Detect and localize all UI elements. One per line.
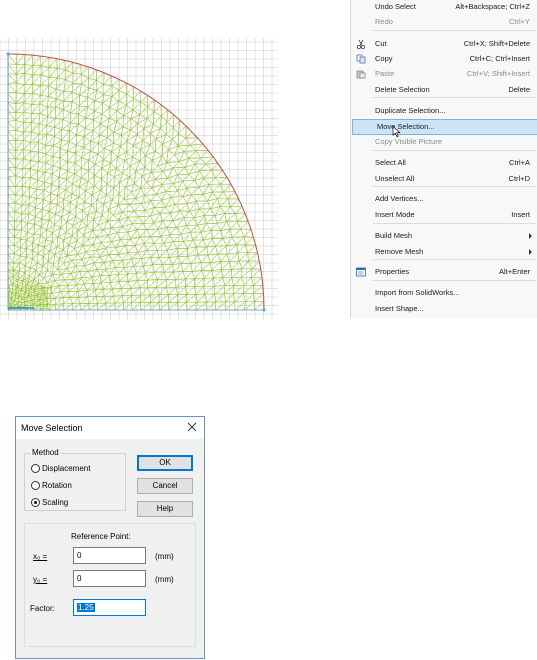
menu-item-label: Copy Visible Picture [375, 137, 442, 146]
menu-item-shortcut: Ctrl+D [508, 174, 530, 183]
menu-item-label: Remove Mesh [375, 247, 424, 256]
radio-label: Rotation [42, 480, 72, 490]
menu-item-redo[interactable]: Redo Ctrl+Y [351, 15, 537, 29]
menu-item-add-vertices[interactable]: Add Vertices... [351, 192, 537, 206]
scissors-icon [357, 39, 365, 49]
factor-value-selected: 1.25 [77, 603, 95, 612]
menu-item-unselect-all[interactable]: Unselect All Ctrl+D [351, 172, 537, 186]
menu-item-shortcut: Ctrl+X; Shift+Delete [463, 39, 530, 48]
menu-separator [373, 259, 536, 260]
method-group-title: Method [30, 448, 61, 457]
menu-item-shortcut: Ctrl+C; Ctrl+Insert [469, 54, 530, 63]
cancel-button[interactable]: Cancel [137, 478, 193, 494]
radio-scaling[interactable]: Scaling [31, 496, 68, 508]
help-button[interactable]: Help [137, 501, 193, 517]
menu-item-remove-mesh[interactable]: Remove Mesh [351, 245, 537, 259]
menu-item-label: Add Vertices... [375, 194, 424, 203]
menu-item-label: Unselect All [375, 174, 415, 183]
x0-input[interactable]: 0 [73, 547, 146, 564]
menu-separator [373, 280, 536, 281]
menu-item-shortcut: Ctrl+Y [508, 17, 530, 26]
menu-item-undo-select[interactable]: Undo Select Alt+Backspace; Ctrl+Z [351, 0, 537, 14]
x0-unit: (mm) [155, 552, 174, 561]
menu-item-label: Delete Selection [375, 85, 430, 94]
menu-separator [373, 150, 536, 151]
radio-button[interactable] [31, 463, 40, 473]
menu-item-label: Insert Shape... [375, 304, 424, 313]
menu-item-properties[interactable]: Properties Alt+Enter [351, 265, 537, 279]
dialog-title: Move Selection [21, 423, 83, 433]
menu-item-delete-selection[interactable]: Delete Selection Delete [351, 83, 537, 97]
menu-item-label: Move Selection... [377, 122, 435, 131]
radio-label: Displacement [42, 463, 91, 473]
menu-item-insert-shape[interactable]: Insert Shape... [351, 302, 537, 316]
radio-displacement[interactable]: Displacement [31, 462, 90, 474]
reference-point-label: Reference Point: [71, 532, 131, 541]
submenu-arrow-icon [529, 233, 532, 239]
menu-separator [373, 30, 536, 31]
factor-input[interactable]: 1.25 [73, 599, 146, 616]
vertex-right [262, 308, 266, 312]
menu-item-shortcut: Delete [508, 85, 530, 94]
menu-item-label: Copy [375, 54, 393, 63]
menu-separator [373, 223, 536, 224]
menu-item-select-all[interactable]: Select All Ctrl+A [351, 156, 537, 170]
menu-item-label: Select All [375, 158, 406, 167]
menu-item-label: Redo [375, 17, 393, 26]
mesh-canvas[interactable] [0, 38, 278, 320]
menu-item-shortcut: Alt+Enter [498, 267, 530, 276]
menu-item-shortcut: Ctrl+A [508, 158, 530, 167]
close-icon[interactable] [186, 421, 198, 433]
menu-item-label: Properties [375, 267, 410, 276]
paste-icon [356, 70, 366, 79]
menu-item-copy-visible-picture[interactable]: Copy Visible Picture [351, 135, 537, 149]
menu-item-shortcut: Insert [511, 210, 530, 219]
dialog-titlebar[interactable]: Move Selection [16, 417, 204, 439]
radio-label: Scaling [42, 497, 69, 507]
reference-point-group: Reference Point: x₀ = 0 (mm) y₀ = 0 (mm)… [24, 523, 196, 647]
menu-item-label: Duplicate Selection... [375, 106, 446, 115]
y0-unit: (mm) [155, 575, 174, 584]
method-group: Method Displacement Rotation Scaling [24, 448, 126, 511]
submenu-arrow-icon [529, 249, 532, 255]
x0-label: x₀ = [33, 552, 48, 561]
menu-item-label: Undo Select [375, 2, 416, 11]
menu-item-insert-mode[interactable]: Insert Mode Insert [351, 208, 537, 222]
menu-item-label: Build Mesh [375, 231, 413, 240]
ok-button[interactable]: OK [137, 455, 193, 471]
menu-item-cut[interactable]: Cut Ctrl+X; Shift+Delete [351, 37, 537, 51]
menu-item-label: Import from SolidWorks... [375, 288, 460, 297]
menu-item-move-selection[interactable]: Move Selection... [352, 119, 537, 138]
y0-label: y₀ = [33, 575, 48, 584]
menu-separator [373, 186, 536, 187]
menu-item-copy[interactable]: Copy Ctrl+C; Ctrl+Insert [351, 52, 537, 66]
y0-input[interactable]: 0 [73, 570, 146, 587]
menu-item-paste[interactable]: Paste Ctrl+V; Shift+Insert [351, 67, 537, 81]
factor-label: Factor: [30, 604, 55, 613]
context-menu: Undo Select Alt+Backspace; Ctrl+Z Redo Ctrl… [350, 0, 537, 318]
menu-separator [373, 97, 536, 98]
properties-icon [356, 267, 366, 277]
menu-item-build-mesh[interactable]: Build Mesh [351, 229, 537, 243]
radio-button[interactable] [31, 480, 40, 490]
menu-item-shortcut: Alt+Backspace; Ctrl+Z [455, 2, 530, 11]
radio-rotation[interactable]: Rotation [31, 479, 72, 491]
vertex-top [6, 52, 10, 56]
menu-item-import-from-solidworks[interactable]: Import from SolidWorks... [351, 286, 537, 300]
menu-item-label: Cut [375, 39, 387, 48]
move-selection-dialog: Move Selection Method Displacement Rotat… [15, 416, 205, 659]
copy-icon [356, 54, 366, 64]
menu-item-label: Insert Mode [375, 210, 415, 219]
menu-item-shortcut: Ctrl+V; Shift+Insert [466, 69, 530, 78]
menu-item-label: Paste [375, 69, 395, 78]
menu-item-duplicate-selection[interactable]: Duplicate Selection... [351, 104, 537, 118]
radio-button-checked[interactable] [31, 497, 40, 507]
